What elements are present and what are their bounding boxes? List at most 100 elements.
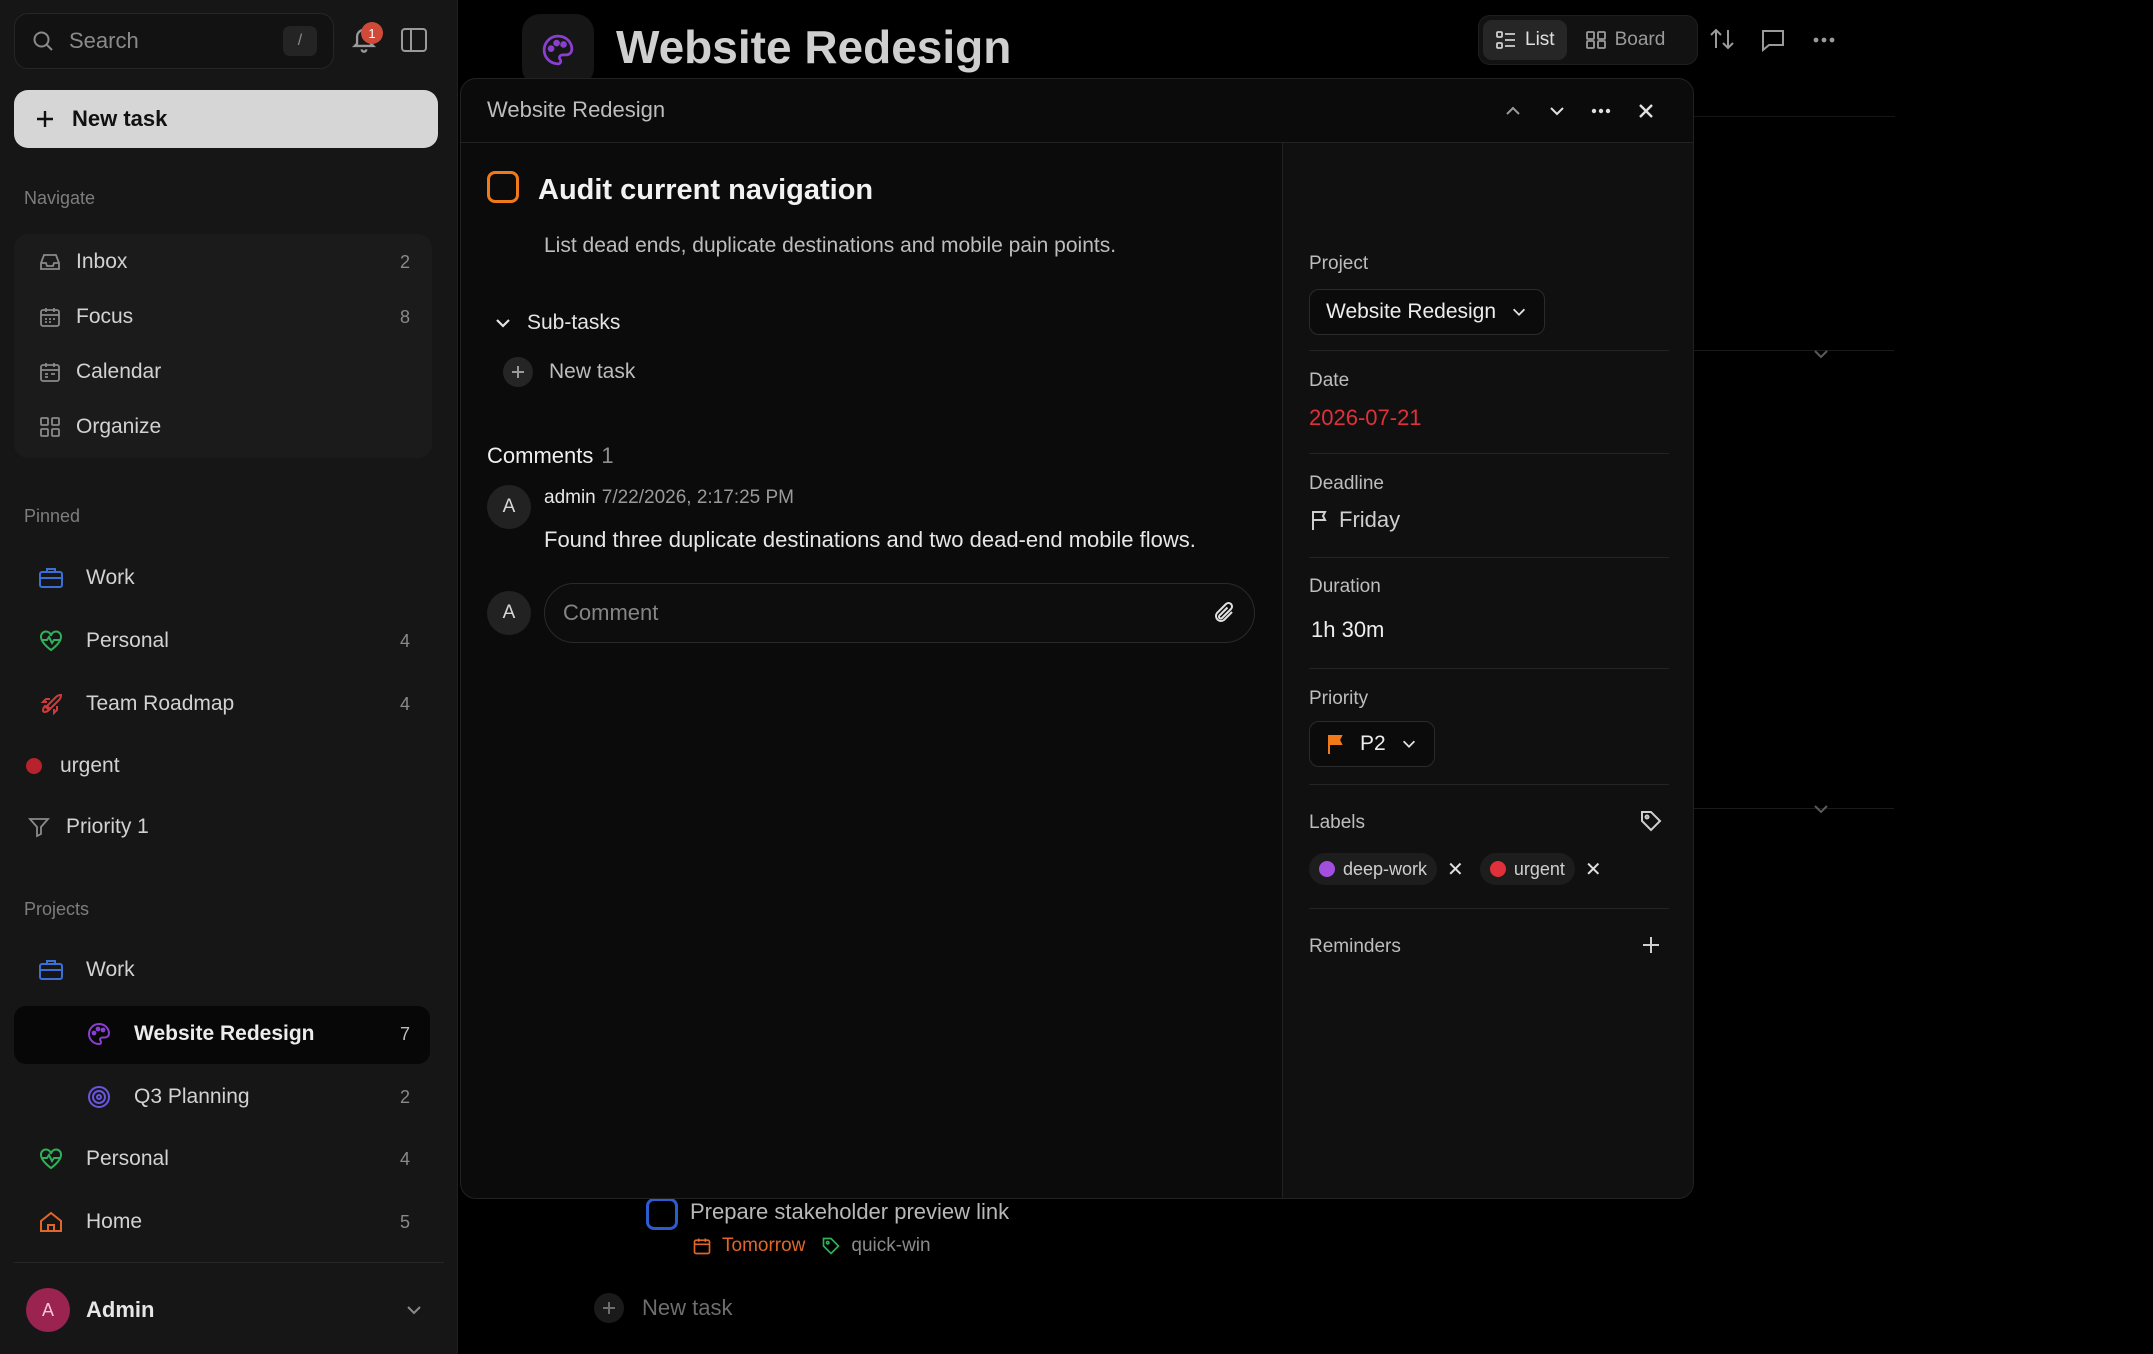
remove-label-icon[interactable]: ✕ [1447,857,1464,882]
project-item-website-redesign[interactable]: Website Redesign 7 [86,1021,410,1047]
task-date: Tomorrow [722,1235,806,1256]
tag-icon [821,1236,841,1256]
duration-value[interactable]: 1h 30m [1311,617,1384,643]
priority-select[interactable]: P2 [1309,721,1435,767]
plus-icon [34,108,56,130]
more-options-icon[interactable] [1589,99,1613,123]
comment-date: 7/22/2026, 2:17:25 PM [601,487,795,508]
pinned-item-label: Priority 1 [66,815,149,838]
search-icon [31,29,55,53]
label-chip[interactable]: deep-work [1309,853,1438,885]
plus-icon [503,357,533,387]
date-label: Date [1309,370,1350,391]
comment-author: admin [544,487,596,508]
new-task-button[interactable]: New task [14,90,438,148]
view-board-tab[interactable]: Board [1573,20,1678,60]
tag-icon[interactable] [1639,809,1663,833]
label-dot-icon [1489,861,1506,877]
add-reminder-icon[interactable] [1640,934,1662,956]
avatar: A [26,1288,70,1332]
comment-icon[interactable] [1760,28,1786,52]
project-item-q3-planning[interactable]: Q3 Planning 2 [86,1084,410,1110]
previous-task-icon[interactable] [1503,101,1523,121]
project-item-count: 5 [399,1211,410,1232]
divider [1309,557,1669,558]
deadline-value: Friday [1339,507,1401,532]
modal-header: Website Redesign [461,79,1693,143]
comment-input[interactable]: Comment [544,583,1255,643]
nav-item-count: 8 [399,306,410,327]
remove-label-icon[interactable]: ✕ [1585,857,1602,882]
deadline-label: Deadline [1309,473,1384,494]
chevron-down-icon [493,313,513,333]
task-title[interactable]: Prepare stakeholder preview link [690,1199,1009,1225]
comment-meta: admin 7/22/2026, 2:17:25 PM [544,487,794,509]
project-item-personal[interactable]: Personal 4 [38,1147,410,1171]
sort-icon[interactable] [1708,26,1736,52]
projects-heading: Projects [24,899,90,919]
briefcase-icon [38,958,64,982]
view-list-tab[interactable]: List [1483,20,1567,60]
pinned-item-urgent[interactable]: urgent [26,754,410,778]
chevron-down-icon[interactable] [1810,343,1832,365]
more-options-icon[interactable] [1810,28,1838,52]
page-title: Website Redesign [616,21,1012,73]
nav-item-inbox[interactable]: Inbox 2 [38,250,410,274]
deadline-value-button[interactable]: Friday [1309,507,1400,533]
close-icon[interactable] [1635,100,1657,122]
project-item-home[interactable]: Home 5 [38,1210,410,1234]
user-menu[interactable]: A Admin [26,1288,424,1332]
view-list-label: List [1525,29,1555,50]
project-item-label: Personal [86,1147,169,1170]
pinned-item-label: Work [86,566,135,589]
inbox-icon [38,250,62,274]
label-name: deep-work [1343,858,1428,879]
pinned-item-priority-1[interactable]: Priority 1 [28,815,412,839]
nav-item-focus[interactable]: Focus 8 [38,305,410,329]
nav-item-label: Inbox [76,250,128,273]
chevron-down-icon[interactable] [1810,798,1832,820]
breadcrumb[interactable]: Website Redesign [487,97,665,123]
comments-label: Comments [487,443,594,468]
project-item-label: Home [86,1210,143,1233]
project-palette-icon [522,14,594,86]
task-description[interactable]: List dead ends, duplicate destinations a… [544,234,1116,258]
divider [1309,350,1669,351]
project-item-count: 2 [399,1086,410,1107]
nav-item-calendar[interactable]: Calendar [38,360,410,384]
label-chip[interactable]: urgent [1479,853,1575,885]
task-checkbox[interactable] [646,1198,678,1230]
pinned-item-label: Personal [86,629,169,652]
date-value[interactable]: 2026-07-21 [1309,405,1422,431]
priority-label: Priority [1309,688,1369,709]
toggle-sidebar-icon[interactable] [400,27,428,53]
pinned-item-personal[interactable]: Personal 4 [38,629,410,653]
add-task-button[interactable]: New task [594,1293,732,1323]
project-label: Project [1309,253,1369,274]
pinned-item-team-roadmap[interactable]: Team Roadmap 4 [38,692,410,716]
filter-icon [28,816,50,838]
add-subtask-button[interactable]: New task [503,357,635,387]
nav-item-label: Focus [76,305,134,328]
next-task-icon[interactable] [1547,101,1567,121]
search-input[interactable]: Search / [14,13,334,69]
project-item-count: 4 [399,1148,410,1169]
new-task-label: New task [72,106,168,131]
divider [1309,784,1669,785]
project-select[interactable]: Website Redesign [1309,289,1546,335]
nav-item-organize[interactable]: Organize [38,415,410,439]
palette-icon [86,1021,112,1047]
attachment-icon[interactable] [1212,601,1236,625]
divider [1694,350,1894,351]
duration-label: Duration [1309,576,1381,597]
view-board-label: Board [1614,29,1666,50]
task-complete-checkbox[interactable] [487,171,519,203]
calendar-icon [692,1236,712,1256]
briefcase-icon [38,566,64,590]
pinned-item-work[interactable]: Work [38,566,410,590]
task-detail-modal: Website Redesign Audit current navigatio… [460,78,1694,1199]
project-item-count: 7 [399,1023,410,1044]
task-title[interactable]: Audit current navigation [538,174,873,207]
subtasks-toggle[interactable]: Sub-tasks [493,311,620,335]
project-item-work[interactable]: Work [38,958,410,982]
